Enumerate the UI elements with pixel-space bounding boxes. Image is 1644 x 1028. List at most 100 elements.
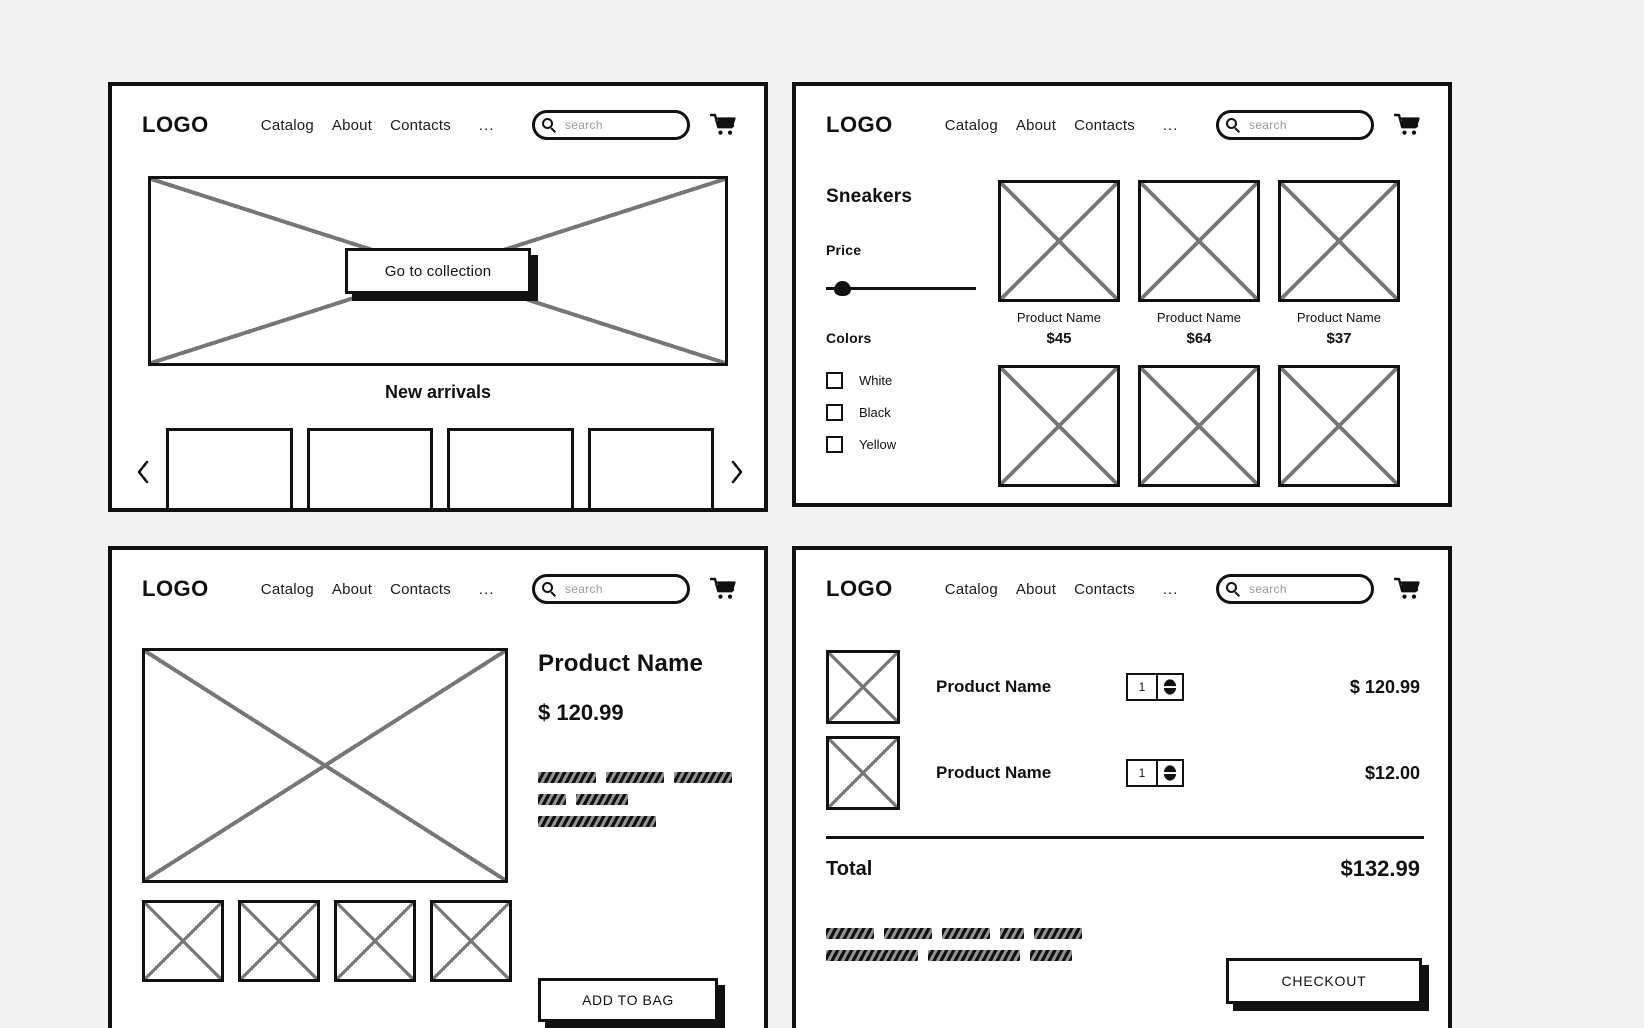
- checkbox-icon[interactable]: [826, 436, 843, 453]
- checkout-button[interactable]: CHECKOUT: [1226, 958, 1422, 1004]
- cart-page-wireframe: LOGO Catalog About Contacts ... search P…: [792, 546, 1452, 1028]
- product-card[interactable]: Product Name $37: [1278, 180, 1400, 347]
- checkbox-icon[interactable]: [826, 404, 843, 421]
- color-option-white[interactable]: White: [826, 372, 1011, 389]
- nav-item-about[interactable]: About: [1016, 117, 1056, 134]
- nav-item-catalog[interactable]: Catalog: [945, 117, 998, 134]
- stepper-updown-icon[interactable]: [1156, 761, 1182, 785]
- nav-item-contacts[interactable]: Contacts: [390, 117, 451, 134]
- scribble-line: [538, 816, 738, 827]
- shopping-cart-icon[interactable]: [709, 577, 738, 601]
- scribble-word: [538, 772, 596, 783]
- scribble-word: [1034, 928, 1082, 939]
- product-card[interactable]: [998, 365, 1120, 487]
- carousel-next-icon[interactable]: [728, 459, 746, 485]
- nav-item-contacts[interactable]: Contacts: [1074, 117, 1135, 134]
- product-image-placeholder: [1138, 180, 1260, 302]
- quantity-stepper[interactable]: 1: [1126, 759, 1184, 787]
- search-icon: [542, 582, 557, 598]
- product-card[interactable]: [1278, 365, 1400, 487]
- scribble-word: [674, 772, 732, 783]
- product-thumbnail[interactable]: [430, 900, 512, 982]
- total-value: $132.99: [1340, 856, 1420, 881]
- price-range-slider[interactable]: [826, 280, 976, 296]
- search-input[interactable]: search: [1216, 574, 1374, 604]
- quantity-stepper[interactable]: 1: [1126, 673, 1184, 701]
- price-filter-label: Price: [826, 242, 862, 258]
- quantity-value[interactable]: 1: [1128, 761, 1156, 785]
- scribble-line: [538, 772, 738, 783]
- color-option-yellow[interactable]: Yellow: [826, 436, 1011, 453]
- quantity-value[interactable]: 1: [1128, 675, 1156, 699]
- catalog-page-wireframe: LOGO Catalog About Contacts ... search S…: [792, 82, 1452, 507]
- nav-item-about[interactable]: About: [332, 117, 372, 134]
- wireframe-canvas: LOGO Catalog About Contacts ... search G…: [0, 0, 1644, 1028]
- shopping-cart-icon[interactable]: [1393, 113, 1422, 137]
- search-input[interactable]: search: [532, 574, 690, 604]
- color-option-black[interactable]: Black: [826, 404, 1011, 421]
- search-placeholder: search: [1249, 118, 1287, 132]
- hero-image-placeholder: Go to collection: [148, 176, 728, 366]
- product-grid: Product Name $45 Product Name $64 Produc…: [998, 180, 1418, 487]
- nav-item-catalog[interactable]: Catalog: [945, 581, 998, 598]
- product-card[interactable]: Product Name $45: [998, 180, 1120, 347]
- nav-item-about[interactable]: About: [1016, 581, 1056, 598]
- new-arrivals-heading: New arrivals: [384, 382, 492, 402]
- logo[interactable]: LOGO: [826, 576, 893, 602]
- cart-body: Product Name 1 $ 120.99 Product Name 1 $…: [796, 628, 1448, 1028]
- product-card[interactable]: [1138, 365, 1260, 487]
- stepper-updown-icon[interactable]: [1156, 675, 1182, 699]
- scribble-word: [606, 772, 664, 783]
- cart-item-name: Product Name: [936, 763, 1052, 782]
- slider-handle[interactable]: [833, 281, 851, 296]
- color-checkbox-list: White Black Yellow: [826, 372, 1011, 453]
- logo[interactable]: LOGO: [142, 112, 209, 138]
- product-main-image-placeholder[interactable]: [142, 648, 508, 883]
- carousel-card[interactable]: [306, 428, 433, 508]
- nav-item-contacts[interactable]: Contacts: [390, 581, 451, 598]
- search-icon: [1226, 118, 1241, 134]
- shopping-cart-icon[interactable]: [709, 113, 738, 137]
- cart-notes-placeholder: [826, 928, 1166, 972]
- add-to-bag-button[interactable]: ADD TO BAG: [538, 978, 718, 1022]
- search-input[interactable]: search: [1216, 110, 1374, 140]
- checkbox-icon[interactable]: [826, 372, 843, 389]
- nav-more-icon[interactable]: ...: [479, 581, 495, 598]
- nav-more-icon[interactable]: ...: [479, 117, 495, 134]
- nav-more-icon[interactable]: ...: [1163, 581, 1179, 598]
- total-label: Total: [826, 857, 873, 880]
- product-price: $45: [1046, 330, 1072, 347]
- logo[interactable]: LOGO: [826, 112, 893, 138]
- catalog-body: Sneakers Price Colors White Black Yellow…: [796, 164, 1448, 503]
- product-price: $64: [1186, 330, 1212, 347]
- product-name: Product Name: [1296, 310, 1382, 325]
- scribble-word: [826, 950, 918, 961]
- product-image-placeholder: [998, 180, 1120, 302]
- logo[interactable]: LOGO: [142, 576, 209, 602]
- carousel-card[interactable]: [587, 428, 714, 508]
- scribble-word: [928, 950, 1020, 961]
- cart-line-item: Product Name 1 $ 120.99: [826, 648, 1424, 726]
- nav-item-catalog[interactable]: Catalog: [261, 581, 314, 598]
- nav-more-icon[interactable]: ...: [1163, 117, 1179, 134]
- search-placeholder: search: [565, 582, 603, 596]
- cart-total-row: Total $132.99: [826, 856, 1424, 882]
- carousel-card[interactable]: [166, 428, 293, 508]
- carousel-prev-icon[interactable]: [134, 459, 152, 485]
- product-topbar: LOGO Catalog About Contacts ... search: [112, 550, 764, 628]
- main-nav: Catalog About Contacts ...: [945, 581, 1179, 598]
- product-thumbnail[interactable]: [334, 900, 416, 982]
- nav-item-about[interactable]: About: [332, 581, 372, 598]
- nav-item-catalog[interactable]: Catalog: [261, 117, 314, 134]
- scribble-word: [942, 928, 990, 939]
- carousel-card[interactable]: [447, 428, 574, 508]
- product-card[interactable]: Product Name $64: [1138, 180, 1260, 347]
- shopping-cart-icon[interactable]: [1393, 577, 1422, 601]
- product-thumbnail[interactable]: [238, 900, 320, 982]
- product-detail-wireframe: LOGO Catalog About Contacts ... search P…: [108, 546, 768, 1028]
- nav-item-contacts[interactable]: Contacts: [1074, 581, 1135, 598]
- cart-item-image-placeholder: [826, 650, 900, 724]
- go-to-collection-button[interactable]: Go to collection: [345, 248, 531, 294]
- search-input[interactable]: search: [532, 110, 690, 140]
- product-thumbnail[interactable]: [142, 900, 224, 982]
